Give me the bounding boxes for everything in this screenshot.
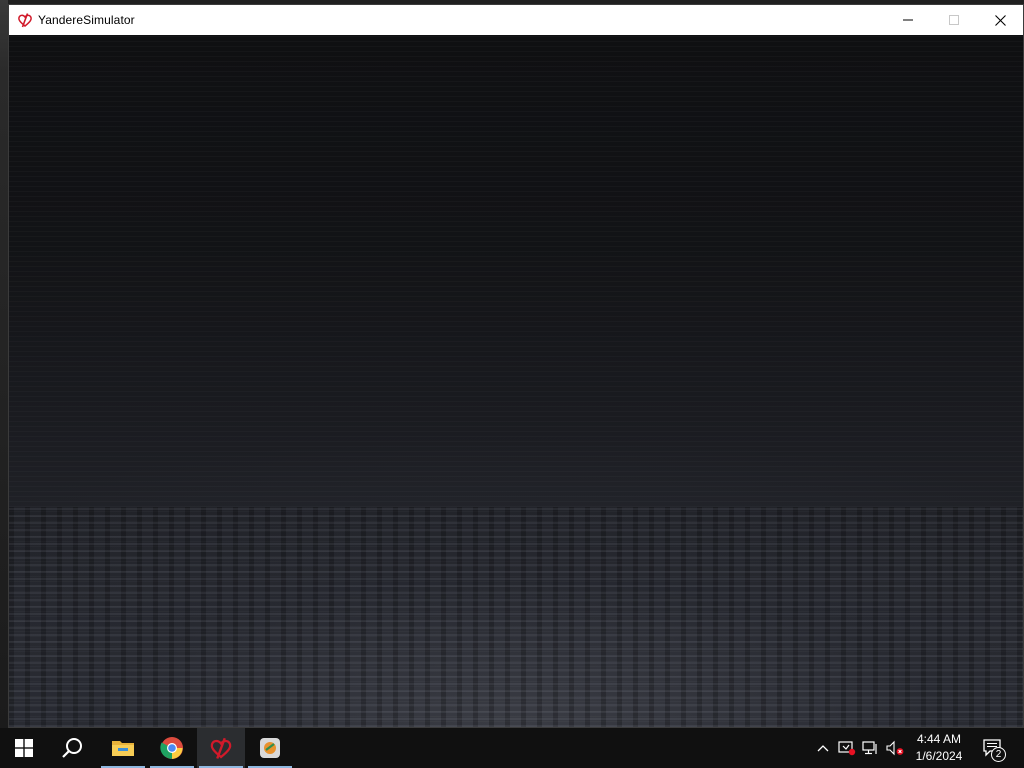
minimize-icon xyxy=(903,19,913,21)
taskbar-item-yandere-simulator[interactable] xyxy=(197,728,245,768)
notification-count-badge: 2 xyxy=(991,747,1006,762)
search-icon xyxy=(62,738,82,758)
game-window: YandereSimulator xyxy=(8,4,1024,728)
windows-logo-icon xyxy=(15,739,33,757)
maximize-button[interactable] xyxy=(931,5,977,35)
taskbar-item-launcher[interactable] xyxy=(246,728,294,768)
close-icon xyxy=(994,14,1006,26)
clock-date: 1/6/2024 xyxy=(915,749,963,763)
static-noise-floor xyxy=(9,507,1023,727)
chevron-up-icon xyxy=(817,745,829,752)
minimize-button[interactable] xyxy=(885,5,931,35)
taskbar-item-chrome[interactable] xyxy=(148,728,196,768)
security-warning-icon xyxy=(838,741,856,756)
tray-volume-button[interactable] xyxy=(884,728,906,768)
search-button[interactable] xyxy=(48,728,96,768)
tray-security-button[interactable] xyxy=(836,728,858,768)
folder-icon xyxy=(112,741,134,756)
notification-count: 2 xyxy=(991,747,1006,762)
clock[interactable]: 4:44 AM 1/6/2024 xyxy=(906,728,972,768)
tray-overflow-button[interactable] xyxy=(812,728,834,768)
launcher-icon xyxy=(260,738,280,758)
taskbar: 4:44 AM 1/6/2024 xyxy=(0,728,1024,768)
start-button[interactable] xyxy=(0,728,48,768)
volume-muted-icon xyxy=(886,740,904,756)
taskbar-item-file-explorer[interactable] xyxy=(99,728,147,768)
close-button[interactable] xyxy=(977,5,1023,35)
maximize-icon xyxy=(949,15,959,25)
window-controls xyxy=(885,5,1023,35)
clock-time: 4:44 AM xyxy=(916,732,962,746)
tray-network-button[interactable] xyxy=(860,728,882,768)
yandere-heart-icon xyxy=(210,737,232,759)
yandere-heart-icon xyxy=(17,12,33,28)
game-viewport[interactable] xyxy=(9,35,1023,727)
chrome-icon xyxy=(160,737,183,759)
network-icon xyxy=(862,741,877,755)
desktop-background-strip xyxy=(0,0,8,728)
window-title: YandereSimulator xyxy=(38,13,135,27)
title-bar[interactable]: YandereSimulator xyxy=(9,5,1023,35)
